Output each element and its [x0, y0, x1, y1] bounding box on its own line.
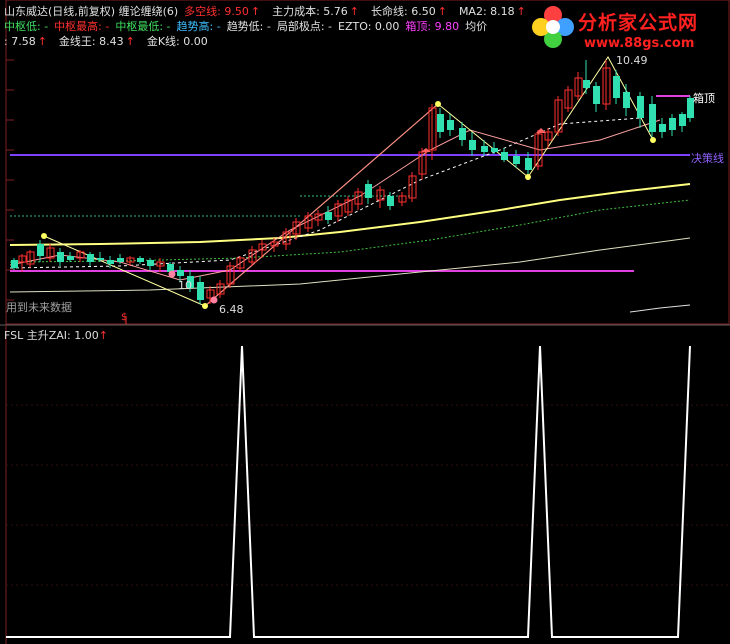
extreme-marker [650, 137, 656, 143]
header-item: 多空线: 9.50 ↑ [184, 5, 261, 18]
candle-body [491, 148, 498, 152]
candle-body [669, 118, 676, 130]
up-arrow-icon: ↑ [250, 5, 261, 18]
candle-body [57, 252, 64, 262]
header-item: 箱顶: 9.80 [405, 20, 460, 33]
candle-body [365, 184, 372, 198]
header-item: 金K线: 0.00 [146, 35, 208, 48]
candle-body [137, 258, 144, 262]
header-item: MA2: 8.18 ↑ [458, 5, 526, 18]
candle-body [525, 158, 532, 170]
up-arrow-icon: ↑ [516, 5, 526, 18]
logo-url: www.88gs.com [584, 36, 695, 51]
buy-marker [210, 296, 218, 304]
up-arrow-icon: ↑ [349, 5, 360, 18]
lower-panel-header: FSL 主升ZAI: 1.00↑ [4, 327, 108, 343]
header-line-1: 山东威达(日线,前复权) 缠论缠绕(6) 多空线: 9.50 ↑ 主力成本: 5.76… [4, 4, 538, 19]
decision-line-label: 决策线 [691, 152, 724, 165]
header-item: 中枢低: - [4, 20, 49, 33]
header-item: : 7.58 ↑ [4, 35, 47, 48]
pale-average-line [9, 237, 691, 293]
candle-body [387, 196, 394, 206]
header-line-3: : 7.58 ↑ 金线王: 8.43 ↑ 金K线: 0.00 [4, 34, 214, 49]
candle-body [679, 114, 686, 126]
up-arrow-icon: ↑ [125, 35, 135, 48]
candle-body [613, 76, 620, 98]
header-item: 中枢最低: - [115, 20, 171, 33]
chart-canvas[interactable] [0, 0, 730, 644]
header-item: 趋势高: - [176, 20, 221, 33]
candle-body [583, 80, 590, 88]
main-rise-signal-line [6, 345, 691, 638]
site-logo: 分析家公式网 www.88gs.com [526, 2, 726, 58]
header-item: 中枢最高: - [54, 20, 110, 33]
header-item: 均价 [465, 20, 488, 33]
long-average-line [629, 304, 691, 313]
candle-body [147, 260, 154, 266]
candle-body [117, 258, 124, 262]
extreme-marker [41, 233, 47, 239]
candle-body [107, 260, 114, 264]
candle-body [481, 146, 488, 152]
buy-marker [168, 270, 176, 278]
up-arrow-icon: ↑ [37, 35, 47, 48]
zigzag-up-line [204, 103, 439, 307]
candle-body [97, 258, 104, 260]
header-item: 金线王: 8.43 ↑ [58, 35, 135, 48]
candle-body [437, 114, 444, 132]
candle-body [87, 254, 94, 262]
candle-body [593, 86, 600, 104]
low-price-label: 6.48 [219, 303, 244, 316]
candle-body [623, 92, 630, 108]
mid-price-label: 10 [178, 279, 192, 292]
logo-title: 分析家公式网 [578, 12, 699, 34]
candle-body [501, 152, 508, 160]
future-data-warning: 用到未来数据 [6, 301, 72, 314]
candle-body [37, 244, 44, 256]
high-price-label: 10.49 [616, 54, 648, 67]
extreme-marker [435, 101, 441, 107]
candle-body [11, 260, 18, 268]
box-top-label: 箱顶 [693, 92, 715, 105]
dollar-marker-icon: $ [121, 312, 128, 323]
header-item: 山东威达(日线,前复权) 缠论缠绕(6) [4, 5, 179, 18]
header-item: 趋势低: - [226, 20, 271, 33]
lower-panel-title: FSL 主升ZAI: 1.00 [4, 329, 99, 342]
candle-body [637, 96, 644, 118]
candle-body [659, 124, 666, 132]
extreme-marker [202, 303, 208, 309]
candle-body [649, 104, 656, 132]
header-item: 长命线: 6.50 ↑ [371, 5, 447, 18]
candle-body [513, 156, 520, 164]
candle-body [325, 212, 332, 220]
candle-body [459, 128, 466, 140]
candle-body [197, 282, 204, 300]
candle-body [469, 140, 476, 150]
candle-body [447, 120, 454, 130]
header-item: EZTO: 0.00 [338, 20, 400, 33]
up-arrow-icon: ↑ [98, 329, 108, 342]
header-line-2: 中枢低: - 中枢最高: - 中枢最低: - 趋势高: - 趋势低: - 局部极点: - E… [4, 19, 493, 34]
header-item: 主力成本: 5.76 ↑ [272, 5, 360, 18]
flower-logo-icon [532, 6, 574, 48]
header-item: 局部极点: - [276, 20, 333, 33]
candle-body [177, 270, 184, 276]
extreme-marker [525, 174, 531, 180]
up-arrow-icon: ↑ [437, 5, 447, 18]
candle-body [67, 256, 74, 260]
